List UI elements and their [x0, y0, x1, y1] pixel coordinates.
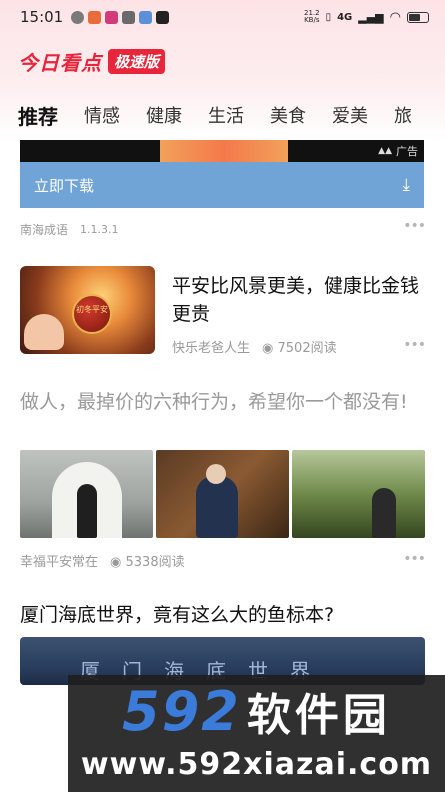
article-author: 快乐老爸人生 [172, 341, 251, 356]
mail-icon [122, 10, 136, 24]
article-meta: 快乐老爸人生 ◉ 7502阅读 [172, 337, 337, 356]
wifi-icon: ◠ [389, 9, 401, 25]
tab-recommend[interactable]: 推荐 [18, 101, 58, 130]
article-title[interactable]: 厦门海底世界，竟有这么大的鱼标本? [20, 601, 430, 629]
tab-health[interactable]: 健康 [146, 102, 182, 128]
article-title[interactable]: 平安比风景更美，健康比金钱更贵 [172, 272, 424, 328]
app-icon [88, 10, 102, 24]
tab-food[interactable]: 美食 [270, 102, 306, 128]
download-button-label: 立即下载 [34, 176, 95, 195]
more-icon[interactable]: ••• [403, 551, 426, 567]
app-badge: 极速版 [108, 48, 166, 74]
signal-icon: ▂▄▆ [358, 10, 384, 24]
more-icon[interactable]: ••• [403, 218, 426, 234]
article-image [156, 450, 289, 538]
article-author: 幸福平安常在 [20, 555, 99, 570]
status-time: 15:01 [20, 8, 64, 26]
vibrate-icon: ▯ [325, 11, 332, 23]
article-title[interactable]: 做人，最掉价的六种行为，希望你一个都没有! [20, 388, 430, 416]
ad-banner[interactable]: ▲▲ 广告 [20, 140, 424, 162]
article-image [292, 450, 425, 538]
app-name: 今日看点 [18, 50, 102, 75]
hand-graphic [24, 314, 64, 350]
ornament-graphic: 初冬平安 [72, 294, 112, 334]
ad-logo-icon: ▲▲ [378, 146, 392, 156]
eye-icon: ◉ [110, 555, 122, 570]
ad-source: 南海成语 [20, 223, 69, 237]
ad-version: 1.1.3.1 [80, 223, 119, 236]
status-right: 21.2 KB/s ▯ 4G ▂▄▆ ◠ [304, 10, 429, 25]
eye-icon: ◉ [262, 341, 274, 356]
app-icon [139, 10, 153, 24]
watermark-number: 592 [122, 679, 241, 743]
more-icon[interactable]: ••• [403, 337, 426, 353]
watermark-url: www.592xiazai.com [80, 747, 433, 782]
article-image-row[interactable] [20, 450, 425, 538]
tab-life[interactable]: 生活 [208, 102, 244, 128]
article-reads: ◉ 7502阅读 [262, 341, 337, 356]
network-type: 4G [337, 11, 353, 23]
ad-label: ▲▲ 广告 [378, 143, 418, 159]
app-icon [105, 10, 119, 24]
battery-icon [407, 11, 429, 23]
tiktok-icon [156, 10, 170, 24]
tab-beauty[interactable]: 爱美 [332, 102, 368, 128]
tab-travel[interactable]: 旅 [394, 102, 412, 128]
download-icon: ⤓ [402, 175, 410, 195]
article-meta: 幸福平安常在 ◉ 5338阅读 [20, 551, 185, 570]
net-speed: 21.2 KB/s [303, 9, 320, 24]
category-tabs: 推荐 情感 健康 生活 美食 爱美 旅 [0, 96, 445, 134]
watermark-name: 软件园 [246, 690, 391, 741]
ad-meta: 南海成语 1.1.3.1 [20, 221, 119, 238]
ad-tag-text: 广告 [396, 145, 418, 158]
app-logo: 今日看点 极速版 [18, 46, 166, 76]
download-button[interactable]: 立即下载 ⤓ [20, 162, 424, 208]
status-bar: 15:01 21.2 KB/s ▯ 4G ▂▄▆ ◠ [0, 0, 445, 34]
article-thumbnail[interactable]: 初冬平安 [20, 266, 155, 354]
watermark-overlay: 592 软件园 www.592xiazai.com [68, 675, 445, 792]
notification-icons [71, 10, 170, 24]
tab-emotion[interactable]: 情感 [84, 102, 120, 128]
article-reads: ◉ 5338阅读 [110, 555, 185, 570]
article-image [20, 450, 153, 538]
ad-image [160, 140, 288, 162]
check-icon [71, 10, 85, 24]
ad-card[interactable]: ▲▲ 广告 立即下载 ⤓ [20, 140, 424, 210]
thumb-text: 初冬平安 [76, 305, 108, 314]
